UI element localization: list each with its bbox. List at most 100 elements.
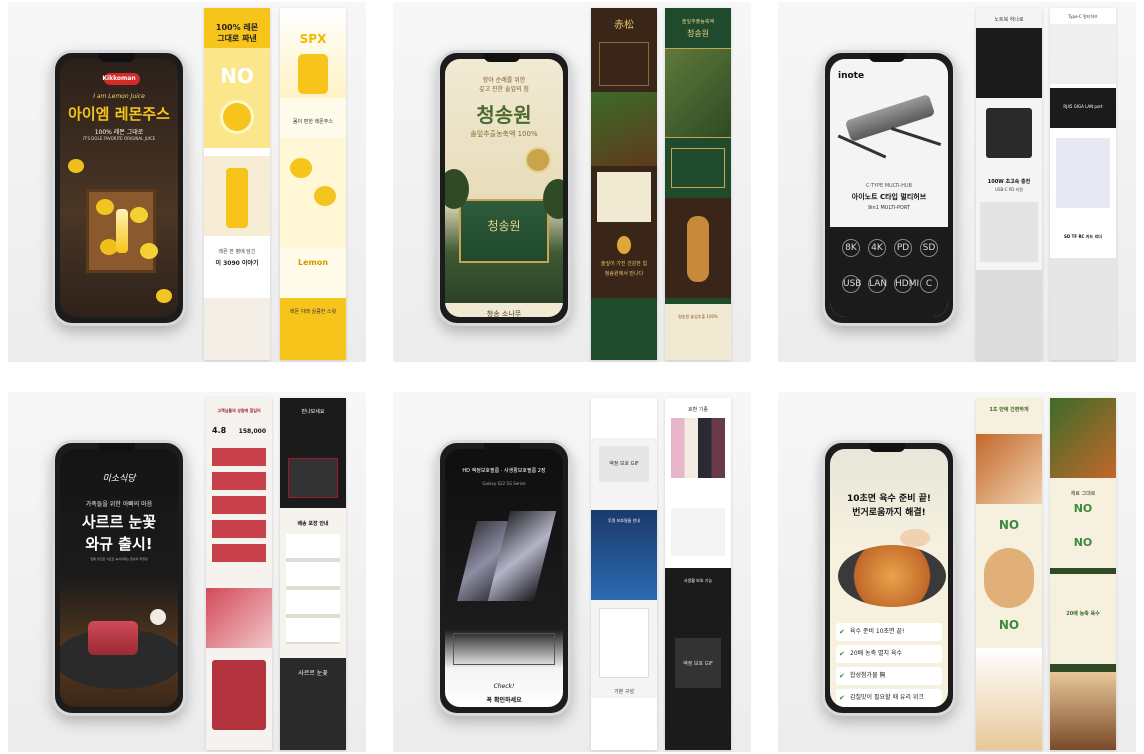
strip-head-2: 청송원 bbox=[686, 29, 710, 38]
port-8k-icon: 8K bbox=[842, 239, 860, 257]
phone-notch bbox=[484, 53, 520, 62]
strip-mid-2: 청송원에서 만나다 bbox=[604, 271, 644, 277]
strip-laptop bbox=[980, 202, 1038, 262]
strip-options bbox=[671, 508, 725, 556]
phone-mockup: 미소식당 가족들을 위한 아빠의 마음 사르르 눈꽃 와규 출시! 입에 넣으면… bbox=[52, 440, 186, 716]
meat-grid bbox=[212, 448, 266, 568]
phone-notch bbox=[869, 443, 905, 452]
body-figure bbox=[687, 216, 709, 282]
product-sub: 솔잎추출농축액 100% bbox=[470, 130, 538, 138]
strip-mid: RJ45 GIGA LAN port bbox=[1063, 104, 1103, 109]
phone-screen: Kikkoman I am Lemon Juice 아이엠 레몬주스 100% … bbox=[60, 59, 178, 317]
footer-copy: 청송 소나무 bbox=[486, 310, 522, 317]
strip-bottom-photo bbox=[1050, 258, 1116, 360]
strip-bowl bbox=[984, 548, 1034, 608]
strip-mid: 투명 보호필름 안내 bbox=[608, 518, 640, 523]
port-c-icon: C bbox=[920, 275, 938, 293]
strip-ingredients bbox=[1050, 574, 1116, 664]
headline-2: 와규 출시! bbox=[85, 535, 153, 553]
product-title: 아이엠 레몬주스 bbox=[68, 105, 170, 123]
card-inote-hub[interactable]: inote C-TYPE MULTI-HUB 아이노트 C타입 멀티허브 9in… bbox=[778, 2, 1136, 362]
strip-head-1: 솔잎추출농축액 bbox=[681, 19, 715, 25]
top-copy: HD 액정보호필름 · 사생활보호필름 2장 bbox=[462, 468, 546, 474]
strip-foot: 기본 구성 bbox=[614, 689, 634, 695]
card-broth[interactable]: 10초면 육수 준비 끝! 번거로움까지 해결! 육수 준비 10초면 끝! 2… bbox=[778, 392, 1136, 752]
brand-logo: 미소식당 bbox=[102, 474, 136, 484]
phone-screen: inote C-TYPE MULTI-HUB 아이노트 C타입 멀티허브 9in… bbox=[830, 59, 948, 317]
strip-head-1: 100% 레몬 bbox=[215, 23, 259, 32]
port-hdmi-icon: HDMI bbox=[894, 275, 919, 293]
strip-marbled bbox=[206, 588, 272, 648]
check-copy: 꼭 확인하세요 bbox=[486, 697, 522, 704]
detail-strip-2[interactable]: 솔잎추출농축액 청송원 청송원 솔잎추출 100% bbox=[665, 8, 731, 360]
strip-foot: 레몬 아래 상큼한 스윗 bbox=[289, 309, 337, 315]
top-copy-1: 항아 순례를 위한 bbox=[482, 77, 526, 84]
strip-no-2: NO bbox=[1073, 536, 1093, 549]
strip-phone-shots bbox=[599, 608, 649, 678]
chopsticks-hand bbox=[900, 529, 930, 547]
strip-head: 고객님들의 성원에 힘입어 bbox=[217, 408, 261, 413]
strip-foot: 사르르 눈꽃 bbox=[298, 670, 328, 677]
strip-brand: SPX bbox=[299, 32, 327, 46]
strip-sub: 몸이 편한 레몬주스 bbox=[293, 119, 333, 125]
strip-bottle bbox=[226, 168, 248, 228]
phone-mockup: 항아 순례를 위한 깊고 진한 솔잎의 힘 청송원 솔잎추출농축액 100% 청… bbox=[437, 50, 571, 326]
card-hanwoo[interactable]: 미소식당 가족들을 위한 아빠의 마음 사르르 눈꽃 와규 출시! 입에 넣으면… bbox=[8, 392, 366, 752]
strip-head: 액정 보호 GIF bbox=[609, 461, 639, 467]
card-cheongsongwon[interactable]: 항아 순례를 위한 깊고 진한 솔잎의 힘 청송원 솔잎추출농축액 100% 청… bbox=[393, 2, 751, 362]
detail-strip-2[interactable]: SPX 몸이 편한 레몬주스 Lemon 레몬 아래 상큼한 스윗 bbox=[280, 8, 346, 360]
top-copy-2: 깊고 진한 솔잎의 힘 bbox=[479, 86, 529, 93]
port-lan-icon: LAN bbox=[868, 275, 887, 293]
port-sd-icon: SD bbox=[920, 239, 938, 257]
phone-notch bbox=[484, 443, 520, 452]
detail-strip-2[interactable]: Type-C 멀티허브 RJ45 GIGA LAN port SD TF RC … bbox=[1050, 8, 1116, 360]
strip-note-2: 이 3090 이야기 bbox=[215, 260, 259, 267]
detail-strip-1[interactable]: 1초 만에 간편하게 NO NO bbox=[976, 398, 1042, 750]
phone-screen: HD 액정보호필름 · 사생활보호필름 2장 Galaxy S22 5G Ser… bbox=[445, 449, 563, 707]
strip-head: Type-C 멀티허브 bbox=[1068, 14, 1098, 19]
detail-strip-1[interactable]: 액정 보호 GIF 투명 보호필름 안내 기본 구성 bbox=[591, 398, 657, 750]
headline-1: 10초면 육수 준비 끝! bbox=[847, 494, 931, 504]
strip-foot: 청송원 솔잎추출 100% bbox=[678, 314, 718, 319]
check-label: Check! bbox=[493, 683, 515, 690]
detail-strip-1[interactable]: 100% 레몬 그대로 짜낸 NO 레몬 한 병에 담긴 이 3090 이야기 bbox=[204, 8, 270, 360]
sub-copy: 가족들을 위한 아빠의 마음 bbox=[85, 501, 153, 508]
strip-mid: 배송 포장 안내 bbox=[297, 521, 329, 527]
lemon-4 bbox=[140, 243, 158, 259]
detail-strip-1[interactable]: 고객님들의 성원에 힘입어 4.8 158,000 bbox=[206, 398, 272, 750]
strip-food-photo bbox=[976, 434, 1042, 504]
strip-table bbox=[597, 172, 651, 222]
strip-screens-photo bbox=[976, 28, 1042, 98]
detail-strip-2[interactable]: 만나보세요 배송 포장 안내 사르르 눈꽃 bbox=[280, 398, 346, 750]
card-lemon-juice[interactable]: Kikkoman I am Lemon Juice 아이엠 레몬주스 100% … bbox=[8, 2, 366, 362]
hub-cable-2 bbox=[890, 127, 942, 146]
strip-leaf-photo bbox=[591, 92, 657, 166]
check-item-4: 감칠맛이 필요할 때 유리 위크 bbox=[836, 689, 942, 707]
strip-no-1: NO bbox=[1073, 502, 1093, 515]
lemon-slice bbox=[220, 100, 254, 134]
card-screen-film[interactable]: HD 액정보호필름 · 사생활보호필름 2장 Galaxy S22 5G Ser… bbox=[393, 392, 751, 752]
port-4k-icon: 4K bbox=[868, 239, 886, 257]
detail-strip-1[interactable]: 노트북 하나로 100W 초고속 충전 USB-C PD 지원 bbox=[976, 8, 1042, 360]
lemon-a bbox=[290, 158, 312, 178]
detail-strip-2[interactable]: 재료 그대로 NO NO 20배 농축 육수 bbox=[1050, 398, 1116, 750]
steak bbox=[88, 621, 138, 655]
check-item-2: 20배 농축 멸치 육수 bbox=[836, 645, 942, 663]
seal-badge bbox=[525, 147, 551, 173]
detail-strip-2[interactable]: 호환 기종 사생활 보호 기능 액정 보호 GIF bbox=[665, 398, 731, 750]
product-sub: 100% 레몬 그대로 bbox=[94, 129, 144, 136]
phone-mockup: 10초면 육수 준비 끝! 번거로움까지 해결! 육수 준비 10초면 끝! 2… bbox=[822, 440, 956, 716]
brand-logo: inote bbox=[838, 71, 865, 81]
strip-packs bbox=[286, 534, 340, 644]
port-pd-icon: PD bbox=[894, 239, 912, 257]
phone-notch bbox=[869, 53, 905, 62]
lemon-b bbox=[314, 186, 336, 206]
strip-footer bbox=[204, 298, 270, 360]
strip-slices bbox=[212, 660, 266, 730]
detail-strip-1[interactable]: 赤松 솔잎이 가진 건강한 힘 청송원에서 만나다 bbox=[591, 8, 657, 360]
strip-no: NO bbox=[220, 64, 254, 88]
product-title-en: C-TYPE MULTI-HUB bbox=[866, 183, 912, 189]
strip-head: 노트북 하나로 bbox=[994, 17, 1024, 23]
oil-drop bbox=[617, 236, 631, 254]
foot-copy: 입에 넣으면 사르르 녹아내리는 환상의 마블링 bbox=[90, 557, 148, 561]
